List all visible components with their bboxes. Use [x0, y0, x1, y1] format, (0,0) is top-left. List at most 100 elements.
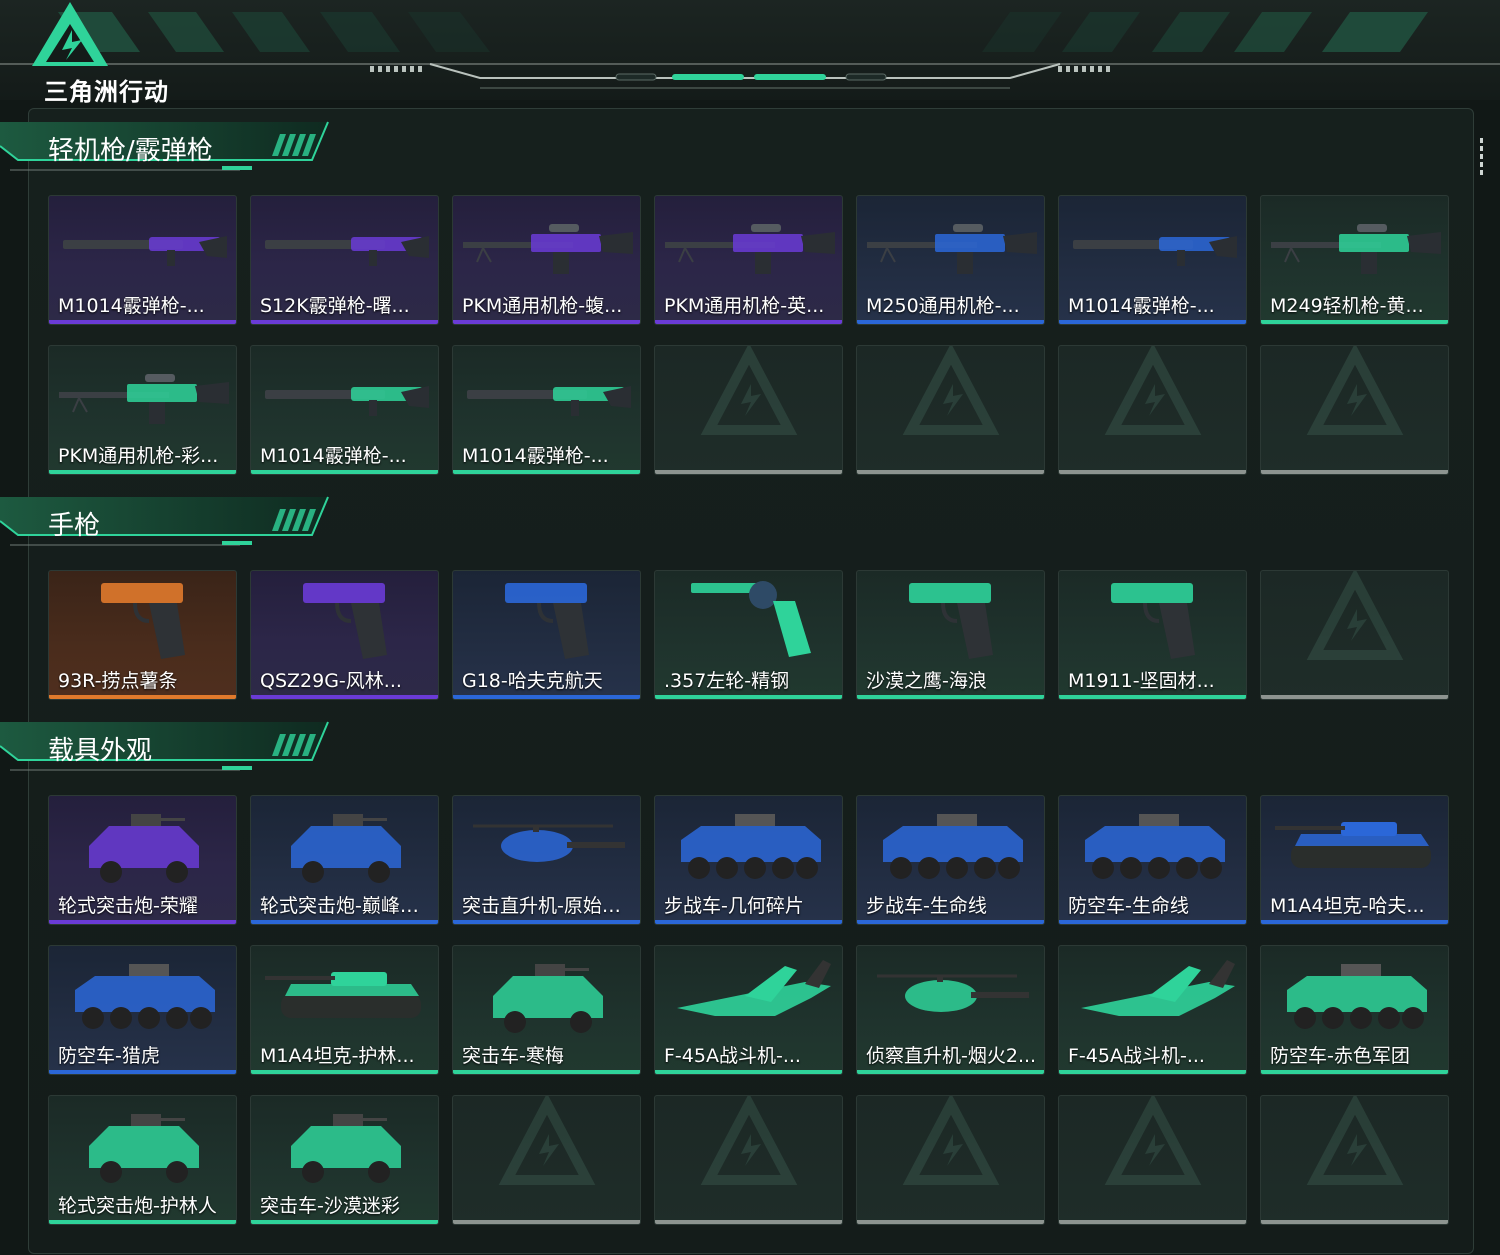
skin-card[interactable]: G18-哈夫克航天: [452, 570, 641, 700]
shotgun-icon: [467, 386, 631, 416]
skin-card-label: .357左轮-精钢: [664, 670, 790, 692]
quality-bar: [857, 1220, 1044, 1224]
quality-bar: [453, 470, 640, 474]
ifv-icon: [1287, 964, 1427, 1029]
skin-card-label: M1014霰弹枪-...: [462, 445, 609, 467]
quality-bar: [453, 1070, 640, 1074]
quality-bar: [1059, 470, 1246, 474]
empty-slot-icon: [498, 1096, 596, 1185]
empty-slot-icon: [1306, 1096, 1404, 1185]
skin-card[interactable]: QSZ29G-风林...: [250, 570, 439, 700]
skin-card[interactable]: 防空车-生命线: [1058, 795, 1247, 925]
section-header: 手枪: [0, 495, 340, 551]
skin-card[interactable]: M1014霰弹枪-...: [250, 345, 439, 475]
pistol-icon: [101, 583, 185, 659]
quality-bar: [49, 320, 236, 324]
quality-bar: [49, 920, 236, 924]
quality-bar: [251, 320, 438, 324]
empty-skin-slot: [1260, 570, 1449, 700]
quality-bar: [857, 695, 1044, 699]
quality-bar: [1261, 470, 1448, 474]
quality-bar: [1059, 1220, 1246, 1224]
skin-card[interactable]: PKM通用机枪-彩...: [48, 345, 237, 475]
delta-watermark-icon: [700, 1096, 798, 1185]
skin-card-label: M250通用机枪-...: [866, 295, 1020, 317]
skin-card-label: M249轻机枪-黄...: [1270, 295, 1424, 317]
skin-card[interactable]: 沙漠之鹰-海浪: [856, 570, 1045, 700]
empty-slot-icon: [1306, 571, 1404, 660]
quality-bar: [453, 1220, 640, 1224]
skin-card-label: 防空车-赤色军团: [1270, 1045, 1410, 1067]
skin-card[interactable]: F-45A战斗机-...: [1058, 945, 1247, 1075]
armored-car-icon: [89, 814, 199, 883]
skin-card[interactable]: 轮式突击炮-荣耀: [48, 795, 237, 925]
skin-card[interactable]: 轮式突击炮-巅峰竞...: [250, 795, 439, 925]
delta-watermark-icon: [1104, 1096, 1202, 1185]
skin-card[interactable]: 侦察直升机-烟火2...: [856, 945, 1045, 1075]
section-header: 轻机枪/霰弹枪: [0, 120, 340, 176]
skin-card[interactable]: PKM通用机枪-蝮...: [452, 195, 641, 325]
section-title: 载具外观: [48, 736, 153, 766]
scrollbar[interactable]: [1480, 138, 1484, 178]
skin-card[interactable]: PKM通用机枪-英...: [654, 195, 843, 325]
skin-card[interactable]: .357左轮-精钢: [654, 570, 843, 700]
delta-watermark-icon: [1306, 1096, 1404, 1185]
empty-skin-slot: [654, 1095, 843, 1225]
quality-bar: [1261, 695, 1448, 699]
skin-card-label: 沙漠之鹰-海浪: [866, 670, 987, 692]
empty-slot-icon: [700, 1096, 798, 1185]
machine-gun-icon: [665, 224, 835, 274]
skin-card-label: 93R-捞点薯条: [58, 670, 178, 692]
empty-slot-icon: [700, 346, 798, 435]
skin-card[interactable]: M1014霰弹枪-...: [452, 345, 641, 475]
skin-card-label: PKM通用机枪-蝮...: [462, 295, 623, 317]
empty-skin-slot: [452, 1095, 641, 1225]
ifv-icon: [681, 814, 821, 879]
skin-card[interactable]: M1014霰弹枪-...: [48, 195, 237, 325]
skin-card[interactable]: 93R-捞点薯条: [48, 570, 237, 700]
delta-watermark-icon: [1104, 346, 1202, 435]
empty-skin-slot: [1058, 345, 1247, 475]
fighter-jet-icon: [1081, 960, 1235, 1016]
skin-card[interactable]: 突击直升机-原始伪...: [452, 795, 641, 925]
delta-watermark-icon: [700, 346, 798, 435]
skin-card[interactable]: 步战车-几何碎片: [654, 795, 843, 925]
skin-card[interactable]: M1A4坦克-哈夫...: [1260, 795, 1449, 925]
quality-bar: [453, 695, 640, 699]
skin-card[interactable]: M250通用机枪-...: [856, 195, 1045, 325]
quality-bar: [49, 470, 236, 474]
skin-card-label: M1911-坚固材...: [1068, 670, 1215, 692]
skin-card-label: PKM通用机枪-英...: [664, 295, 825, 317]
skin-card[interactable]: M1911-坚固材...: [1058, 570, 1247, 700]
quality-bar: [251, 1070, 438, 1074]
skin-card-label: M1014霰弹枪-...: [260, 445, 407, 467]
skin-card-label: 步战车-几何碎片: [664, 895, 804, 917]
tank-icon: [1275, 822, 1431, 868]
shotgun-icon: [63, 236, 227, 266]
skin-card[interactable]: S12K霰弹枪-曙...: [250, 195, 439, 325]
quality-bar: [1261, 1070, 1448, 1074]
skin-card[interactable]: F-45A战斗机-...: [654, 945, 843, 1075]
delta-watermark-icon: [1306, 346, 1404, 435]
skin-card[interactable]: 防空车-赤色军团: [1260, 945, 1449, 1075]
skin-card-label: M1014霰弹枪-...: [1068, 295, 1215, 317]
skin-card-label: M1A4坦克-护林...: [260, 1045, 415, 1067]
skin-card[interactable]: 步战车-生命线: [856, 795, 1045, 925]
skin-card[interactable]: M249轻机枪-黄...: [1260, 195, 1449, 325]
shotgun-icon: [265, 386, 429, 416]
app-logo-text: 三角洲行动: [44, 78, 169, 106]
revolver-icon: [691, 581, 811, 657]
skin-card[interactable]: 突击车-沙漠迷彩: [250, 1095, 439, 1225]
skin-card-label: F-45A战斗机-...: [1068, 1045, 1205, 1067]
ifv-icon: [883, 814, 1023, 879]
quality-bar: [1261, 920, 1448, 924]
skin-card[interactable]: 防空车-猎虎: [48, 945, 237, 1075]
quality-bar: [453, 920, 640, 924]
skin-card[interactable]: M1014霰弹枪-...: [1058, 195, 1247, 325]
skin-card-label: F-45A战斗机-...: [664, 1045, 801, 1067]
quality-bar: [1059, 320, 1246, 324]
shotgun-icon: [1073, 236, 1237, 266]
skin-card[interactable]: 轮式突击炮-护林人: [48, 1095, 237, 1225]
skin-card[interactable]: 突击车-寒梅: [452, 945, 641, 1075]
skin-card[interactable]: M1A4坦克-护林...: [250, 945, 439, 1075]
